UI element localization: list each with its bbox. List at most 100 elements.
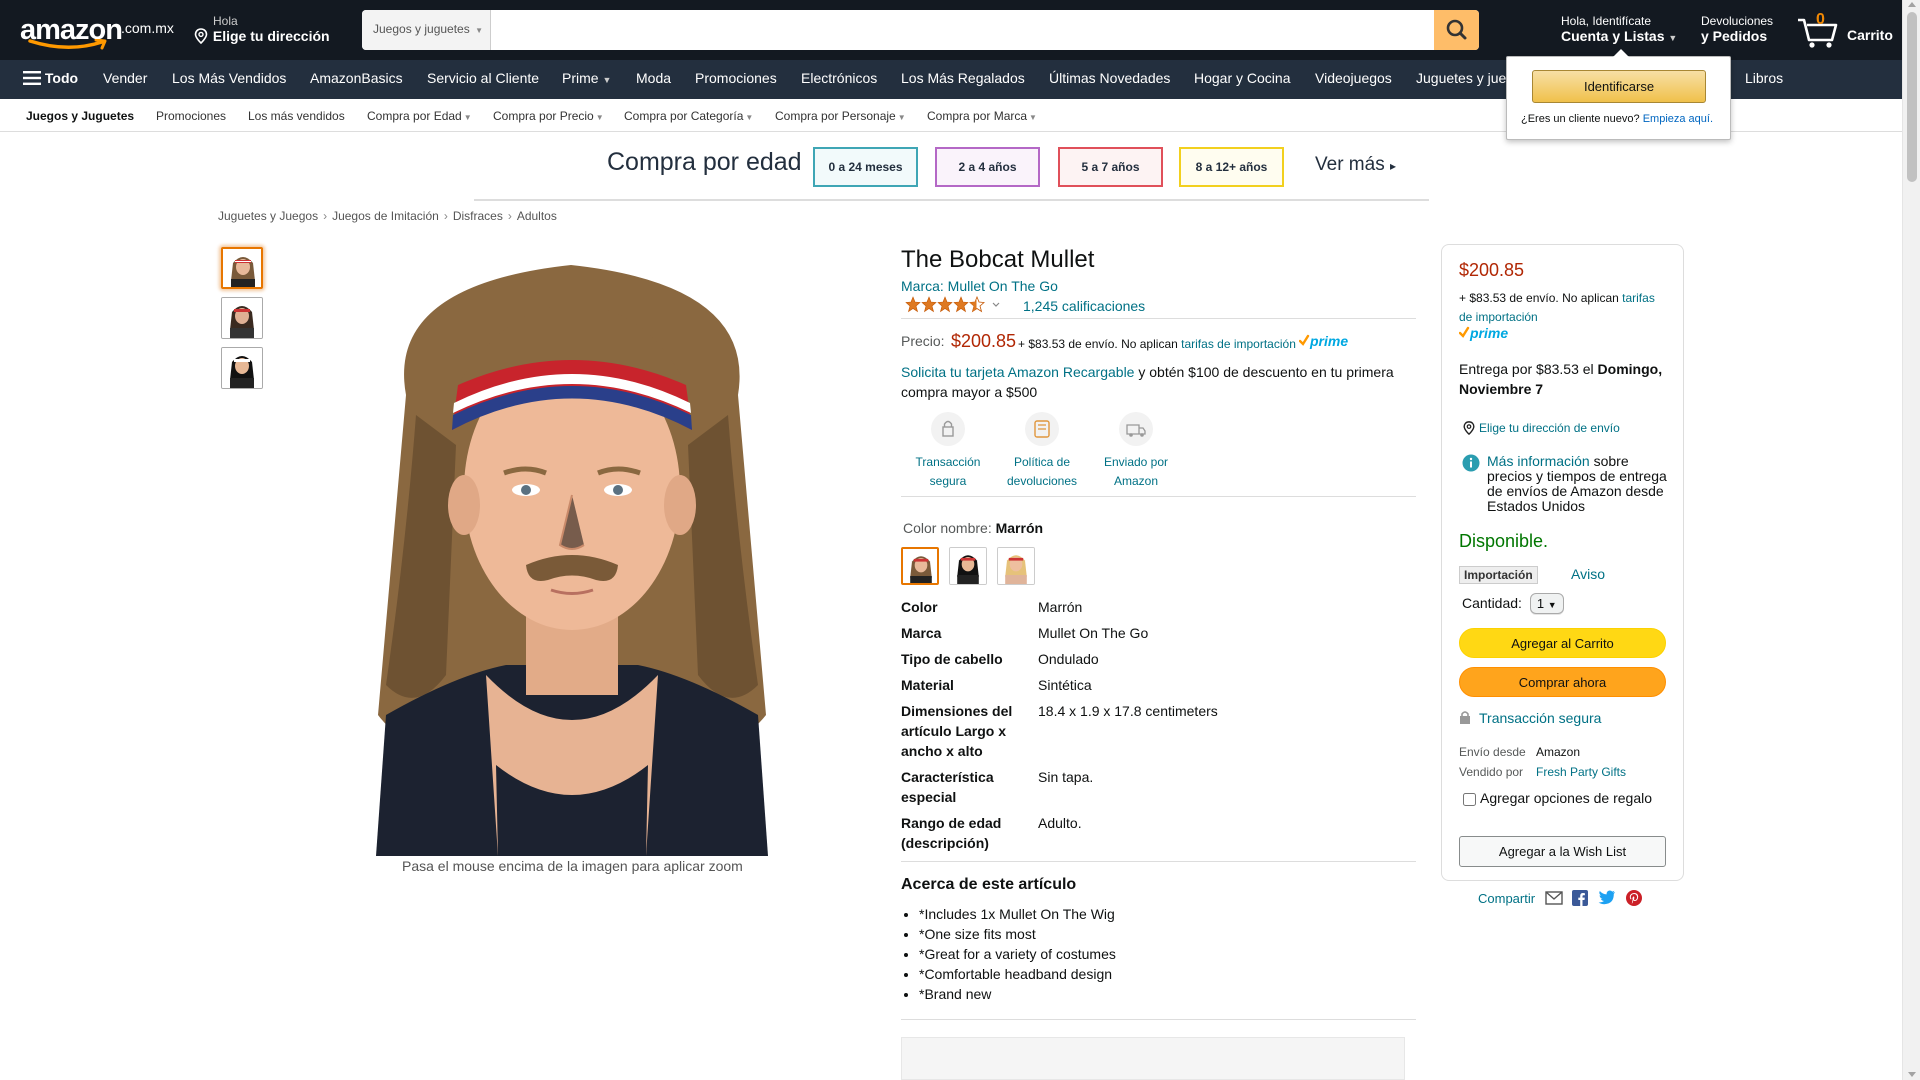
color-swatch-blonde[interactable]	[997, 547, 1035, 585]
account-and-lists[interactable]: Hola, Identifícate Cuenta y Listas ▼	[1561, 14, 1677, 44]
nav-item-most-gifted[interactable]: Los Más Regalados	[901, 70, 1025, 86]
subnav-shop-by-price[interactable]: Compra por Precio ▼	[493, 109, 604, 123]
star-rating-icon[interactable]	[905, 295, 1005, 314]
feature-shipped-by-amazon[interactable]: Enviado por Amazon	[1091, 412, 1181, 491]
product-thumbnail-icon	[222, 348, 262, 388]
nav-item-best-sellers[interactable]: Los Más Vendidos	[172, 70, 286, 86]
feature-return-policy[interactable]: Política de devoluciones	[997, 412, 1087, 491]
search-bar: Juegos y juguetes ▼	[362, 10, 1479, 50]
color-swatch-brown[interactable]	[901, 547, 939, 585]
buy-now-button[interactable]: Comprar ahora	[1459, 667, 1666, 697]
subnav-promociones[interactable]: Promociones	[156, 109, 226, 123]
age-button-8-12-years[interactable]: 8 a 12+ años	[1179, 147, 1284, 187]
nav-item-moda[interactable]: Moda	[636, 70, 671, 86]
choose-address-link[interactable]: Elige tu dirección de envío	[1462, 421, 1620, 436]
breadcrumb-item[interactable]: Disfraces	[453, 209, 503, 223]
chevron-down-icon: ▼	[897, 113, 906, 122]
seller-link[interactable]: Fresh Party Gifts	[1536, 765, 1626, 779]
nav-item-promociones[interactable]: Promociones	[695, 70, 777, 86]
subnav-shop-by-age[interactable]: Compra por Edad ▼	[367, 109, 472, 123]
quantity-dropdown[interactable]: 1 ▼	[1529, 593, 1564, 614]
thumbnail-image-3[interactable]	[221, 347, 263, 389]
search-input[interactable]	[492, 10, 1427, 50]
nav-item-vender[interactable]: Vender	[103, 70, 147, 86]
facebook-icon[interactable]	[1572, 890, 1589, 906]
spec-value: Mullet On The Go	[1038, 625, 1149, 641]
breadcrumb-item[interactable]: Juguetes y Juegos	[218, 209, 318, 223]
amazon-card-link[interactable]: Solicita tu tarjeta Amazon Recargable	[901, 364, 1134, 380]
page-scrollbar[interactable]	[1902, 0, 1920, 1080]
divider	[901, 318, 1416, 319]
subnav-shop-by-character[interactable]: Compra por Personaje ▼	[775, 109, 906, 123]
nav-item-prime[interactable]: Prime ▼	[562, 70, 611, 86]
delivery-truck-icon	[1119, 412, 1153, 446]
breadcrumb-item[interactable]: Adultos	[517, 209, 557, 223]
thumbnail-image-1[interactable]	[221, 247, 263, 289]
chevron-down-icon: ▼	[1547, 600, 1557, 610]
search-category-dropdown[interactable]: Juegos y juguetes ▼	[362, 10, 491, 50]
account-greeting: Hola, Identifícate	[1561, 14, 1652, 28]
age-button-2-4-years[interactable]: 2 a 4 años	[935, 147, 1040, 187]
returns-and-orders[interactable]: Devoluciones y Pedidos	[1701, 14, 1773, 44]
feature-line2: devoluciones	[1006, 474, 1078, 488]
nav-item-new-releases[interactable]: Últimas Novedades	[1049, 70, 1170, 86]
subnav-shop-by-category[interactable]: Compra por Categoría ▼	[624, 109, 753, 123]
breadcrumb-item[interactable]: Juegos de Imitación	[332, 209, 439, 223]
add-to-cart-button[interactable]: Agregar al Carrito	[1459, 628, 1666, 658]
divider	[901, 496, 1416, 497]
price-value: $200.85	[951, 331, 1017, 351]
rating-count-link[interactable]: 1,245 calificaciones	[1023, 298, 1145, 314]
nav-item-home-kitchen[interactable]: Hogar y Cocina	[1194, 70, 1291, 86]
feature-secure-transaction[interactable]: Transacción segura	[903, 412, 993, 491]
age-button-0-24-months[interactable]: 0 a 24 meses	[813, 147, 918, 187]
subnav-best-sellers[interactable]: Los más vendidos	[248, 109, 345, 123]
main-product-image[interactable]	[346, 245, 798, 856]
nav-item-electronicos[interactable]: Electrónicos	[801, 70, 877, 86]
scroll-down-arrow-icon[interactable]	[1908, 1072, 1916, 1077]
sponsored-ad-placeholder	[901, 1037, 1405, 1080]
amazon-logo[interactable]: amazon .com.mx	[20, 14, 174, 50]
feature-line1: Política de	[1013, 455, 1071, 469]
spec-value: 18.4 x 1.9 x 17.8 centimeters	[1038, 703, 1218, 719]
see-more-link[interactable]: Ver más ▸	[1315, 154, 1396, 176]
nav-item-amazonbasics[interactable]: AmazonBasics	[310, 70, 403, 86]
logo-smile-icon	[28, 39, 107, 50]
more-info-link[interactable]: Más información	[1487, 453, 1590, 469]
chevron-down-icon: ▼	[1668, 33, 1678, 43]
email-icon[interactable]	[1545, 891, 1563, 905]
subnav-shop-by-brand[interactable]: Compra por Marca ▼	[927, 109, 1037, 123]
brand-link[interactable]: Marca: Mullet On The Go	[901, 278, 1058, 294]
import-fees-link[interactable]: tarifas de importación	[1181, 337, 1296, 351]
thumbnail-image-2[interactable]	[221, 297, 263, 339]
nav-item-toys[interactable]: Juguetes y jue	[1416, 70, 1506, 86]
twitter-icon[interactable]	[1598, 890, 1616, 905]
scrollbar-thumb[interactable]	[1907, 12, 1917, 182]
cart-label: Carrito	[1847, 27, 1893, 43]
color-swatch-black[interactable]	[949, 547, 987, 585]
location-pin-icon	[194, 28, 208, 45]
nav-item-customer-service[interactable]: Servicio al Cliente	[427, 70, 539, 86]
subnav-toys-home[interactable]: Juegos y Juguetes	[26, 109, 134, 123]
age-button-5-7-years[interactable]: 5 a 7 años	[1058, 147, 1163, 187]
pinterest-icon[interactable]	[1625, 890, 1642, 906]
search-button[interactable]	[1434, 10, 1479, 50]
import-notice: Importación Aviso	[1459, 566, 1605, 584]
nav-item-videogames[interactable]: Videojuegos	[1315, 70, 1392, 86]
list-item: *Great for a variety of costumes	[919, 944, 1116, 964]
all-menu-button[interactable]: Todo	[23, 70, 78, 86]
scroll-up-arrow-icon[interactable]	[1908, 2, 1916, 7]
signin-button[interactable]: Identificarse	[1532, 70, 1706, 103]
import-notice-link[interactable]: Aviso	[1571, 566, 1605, 582]
gift-options-checkbox[interactable]	[1463, 792, 1476, 806]
chevron-down-icon: ▼	[602, 75, 612, 85]
secure-transaction-link[interactable]: Transacción segura	[1459, 710, 1601, 726]
nav-item-books[interactable]: Libros	[1745, 70, 1783, 86]
deliver-to-selector[interactable]: Hola Elige tu dirección	[193, 14, 330, 45]
spec-key: Característica especial	[901, 769, 994, 805]
subnav-shop-by-brand-label: Compra por Marca	[927, 109, 1028, 123]
add-to-wishlist-button[interactable]: Agregar a la Wish List	[1459, 836, 1666, 867]
start-here-link[interactable]: Empieza aquí.	[1643, 113, 1713, 125]
cart-button[interactable]: 0 Carrito	[1796, 10, 1896, 50]
chevron-down-icon: ▼	[595, 113, 604, 122]
subnav-shop-by-category-label: Compra por Categoría	[624, 109, 744, 123]
